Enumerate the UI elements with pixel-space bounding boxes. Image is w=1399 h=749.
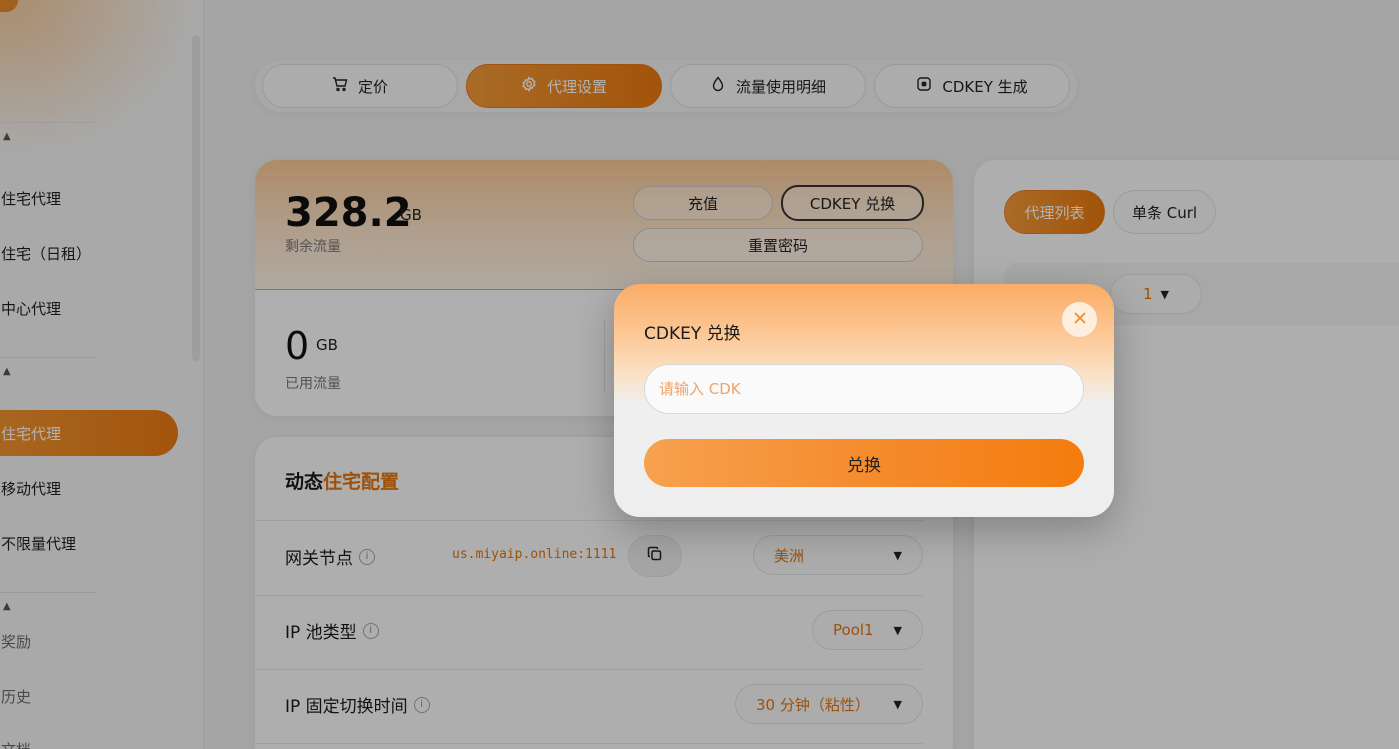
cdkey-redeem-dialog: CDKEY 兑换 兑换: [614, 284, 1114, 517]
redeem-submit-button[interactable]: 兑换: [644, 439, 1084, 487]
cdk-input[interactable]: [644, 364, 1084, 414]
dialog-close-button[interactable]: [1062, 302, 1097, 337]
dialog-title: CDKEY 兑换: [644, 324, 741, 344]
app-root: ▲ 住宅代理 住宅（日租） 中心代理 ▲ 住宅代理 移动代理 不限量代理 ▲ 奖…: [0, 0, 1399, 749]
close-icon: [1073, 310, 1087, 329]
